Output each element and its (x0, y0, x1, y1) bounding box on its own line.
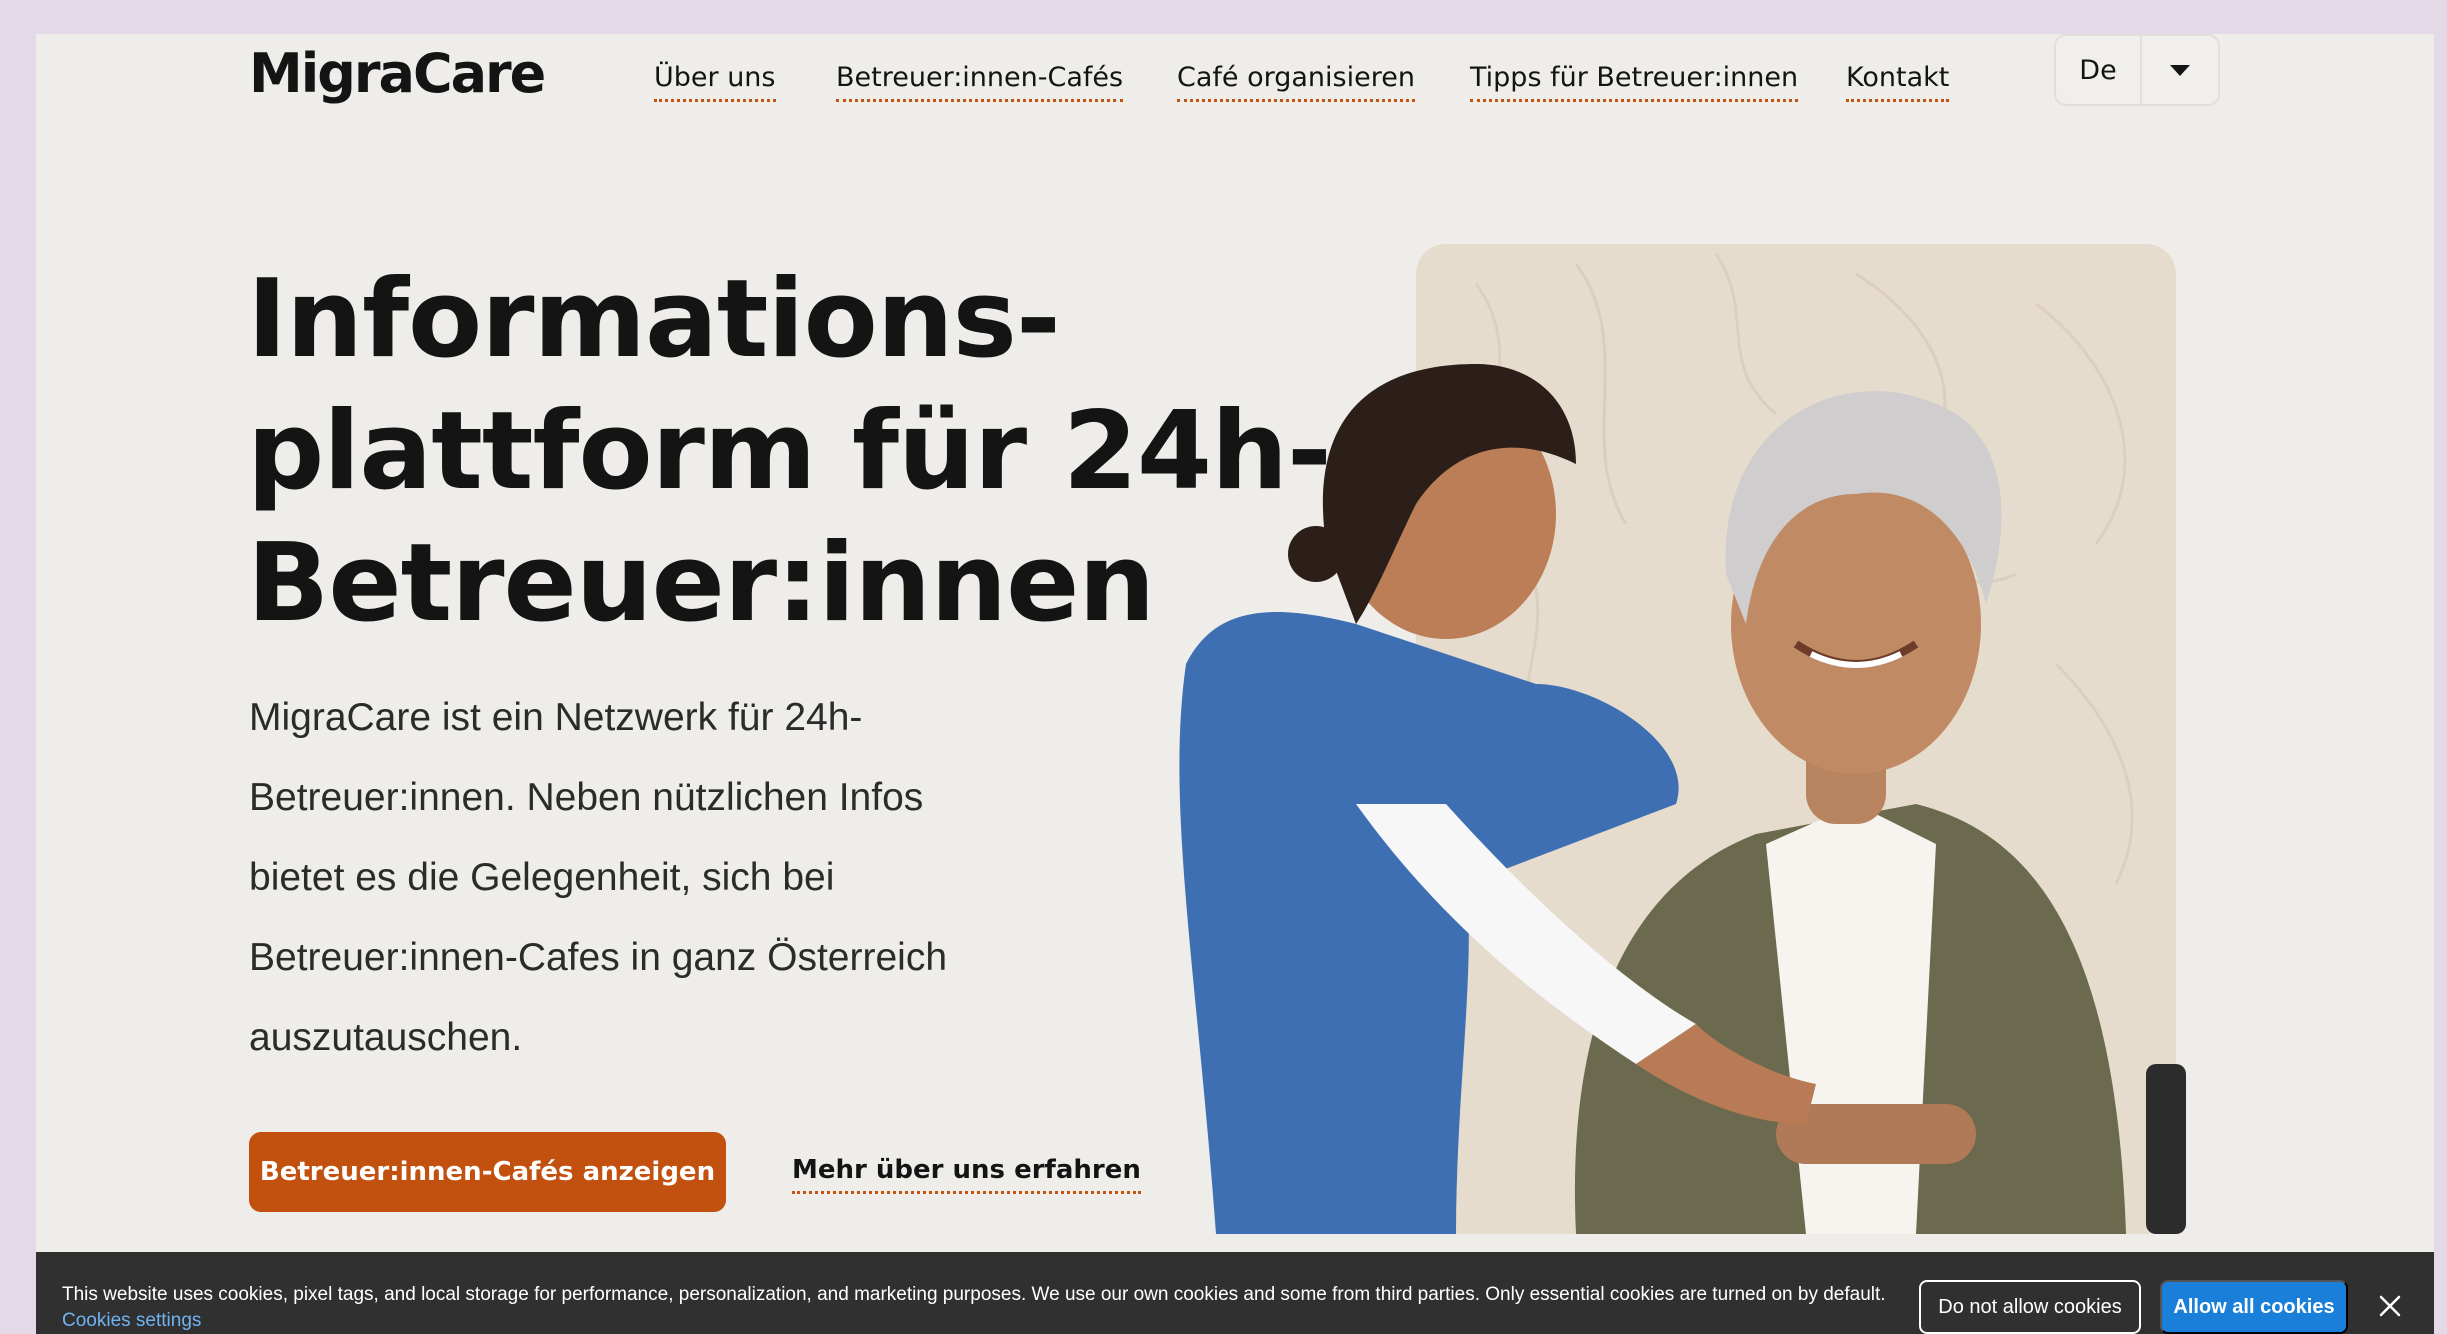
nav-item-tipps[interactable]: Tipps für Betreuer:innen (1470, 62, 1799, 102)
page: MigraCare Über uns Betreuer:innen-Cafés … (36, 34, 2434, 1334)
hero-photo (1179, 244, 2186, 1234)
chevron-down-icon (2170, 64, 2190, 76)
nav-item-betreuer-cafes[interactable]: Betreuer:innen-Cafés (836, 62, 1124, 102)
deny-cookies-button[interactable]: Do not allow cookies (1919, 1280, 2141, 1334)
site-logo[interactable]: MigraCare (249, 42, 546, 105)
nav-item-kontakt[interactable]: Kontakt (1846, 62, 1950, 102)
nav-item-cafe-organisieren[interactable]: Café organisieren (1177, 62, 1415, 102)
show-cafes-button[interactable]: Betreuer:innen-Cafés anzeigen (249, 1132, 726, 1212)
language-dropdown-toggle[interactable] (2142, 36, 2218, 104)
nav-item-ueber-uns[interactable]: Über uns (654, 62, 776, 102)
cookie-text: This website uses cookies, pixel tags, a… (62, 1284, 1886, 1305)
close-icon[interactable] (2376, 1292, 2404, 1320)
language-value: De (2056, 36, 2142, 104)
cookie-settings-link[interactable]: Cookies settings (62, 1310, 201, 1331)
language-select[interactable]: De (2054, 34, 2220, 106)
allow-cookies-button[interactable]: Allow all cookies (2160, 1280, 2348, 1334)
cookie-message: This website uses cookies, pixel tags, a… (62, 1282, 1922, 1334)
cookie-banner: This website uses cookies, pixel tags, a… (36, 1252, 2434, 1334)
hero-intro-text: MigraCare ist ein Netzwerk für 24h-Betre… (249, 696, 948, 1059)
learn-more-link[interactable]: Mehr über uns erfahren (792, 1155, 1141, 1194)
